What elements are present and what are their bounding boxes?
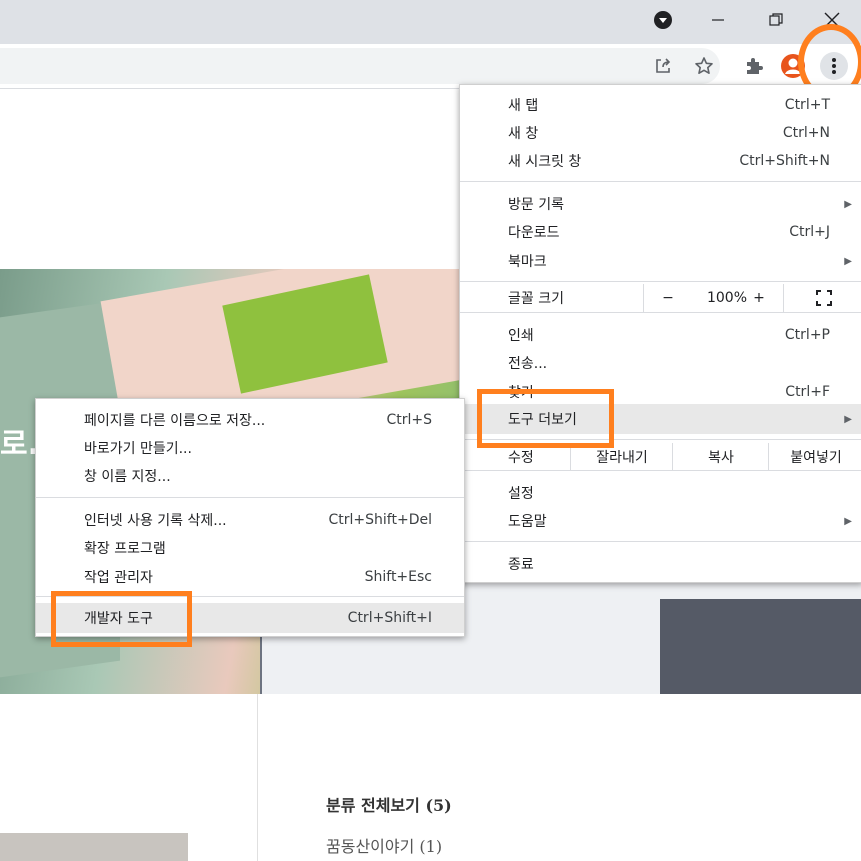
minimize-icon[interactable] <box>693 0 743 40</box>
browser-toolbar <box>0 44 861 89</box>
menu-item-exit[interactable]: 종료 <box>460 550 861 578</box>
extensions-icon[interactable] <box>740 52 768 80</box>
menu-item-shortcut: Shift+Esc <box>364 569 432 585</box>
menu-item-label: 확장 프로그램 <box>84 541 166 557</box>
chrome-main-menu: 새 탭 Ctrl+T 새 창 Ctrl+N 새 시크릿 창 Ctrl+Shift+N … <box>459 84 861 583</box>
menu-item-cast[interactable]: 전송... <box>460 349 861 377</box>
menu-item-shortcut: Ctrl+N <box>782 125 830 141</box>
zoom-in-button[interactable]: + <box>735 290 783 306</box>
menu-item-shortcut: Ctrl+J <box>789 224 830 240</box>
menu-item-label: 방문 기록 <box>508 197 564 213</box>
highlight-box <box>51 591 192 647</box>
chevron-right-icon: ▶ <box>844 413 852 425</box>
menu-item-label: 새 탭 <box>508 98 539 114</box>
chevron-right-icon: ▶ <box>844 255 852 267</box>
tab-search-icon[interactable] <box>638 0 688 40</box>
menu-item-label: 인터넷 사용 기록 삭제... <box>84 513 227 529</box>
menu-item-label: 인쇄 <box>508 328 534 344</box>
menu-separator <box>460 181 861 182</box>
share-icon[interactable] <box>649 52 677 80</box>
menu-item-label: 수정 <box>508 450 534 466</box>
thumbnail-image <box>0 833 188 861</box>
menu-separator <box>460 281 861 282</box>
menu-item-shortcut: Ctrl+Shift+I <box>347 610 432 626</box>
menu-item-label: 도움말 <box>508 514 547 530</box>
category-link[interactable]: 꿈동산이야기 (1) <box>326 833 442 857</box>
menu-item-shortcut: Ctrl+Shift+Del <box>328 512 432 528</box>
address-bar[interactable] <box>0 48 720 84</box>
chevron-right-icon: ▶ <box>844 198 852 210</box>
fullscreen-icon[interactable] <box>783 284 861 312</box>
submenu-item-task-manager[interactable]: 작업 관리자 Shift+Esc <box>36 563 464 591</box>
menu-item-downloads[interactable]: 다운로드 Ctrl+J <box>460 218 861 246</box>
menu-item-shortcut: Ctrl+T <box>784 97 830 113</box>
menu-separator <box>460 470 861 471</box>
restore-icon[interactable] <box>751 0 801 40</box>
menu-item-label: 페이지를 다른 이름으로 저장... <box>84 413 266 429</box>
highlight-box <box>477 389 614 448</box>
menu-item-label: 전송... <box>508 356 548 372</box>
menu-item-label: 창 이름 지정... <box>84 469 171 485</box>
menu-item-shortcut: Ctrl+Shift+N <box>739 153 830 169</box>
menu-item-history[interactable]: 방문 기록 ▶ <box>460 190 861 218</box>
menu-item-new-window[interactable]: 새 창 Ctrl+N <box>460 119 861 147</box>
column-divider <box>257 694 258 861</box>
menu-separator <box>460 541 861 542</box>
menu-item-print[interactable]: 인쇄 Ctrl+P <box>460 321 861 349</box>
menu-item-bookmarks[interactable]: 북마크 ▶ <box>460 247 861 275</box>
banner-shape <box>660 599 861 694</box>
menu-separator <box>460 312 861 313</box>
menu-item-label: 종료 <box>508 557 534 573</box>
submenu-item-save-as[interactable]: 페이지를 다른 이름으로 저장... Ctrl+S <box>36 406 464 434</box>
star-icon[interactable] <box>690 52 718 80</box>
chevron-right-icon: ▶ <box>844 515 852 527</box>
submenu-item-clear-data[interactable]: 인터넷 사용 기록 삭제... Ctrl+Shift+Del <box>36 506 464 534</box>
menu-item-label: 새 시크릿 창 <box>508 154 582 170</box>
submenu-item-create-shortcut[interactable]: 바로가기 만들기... <box>36 434 464 462</box>
menu-item-shortcut: Ctrl+P <box>784 327 830 343</box>
title-bar <box>0 0 861 44</box>
menu-item-label: 새 창 <box>508 126 539 142</box>
menu-item-label: 글꼴 크기 <box>508 291 564 307</box>
category-all-link[interactable]: 분류 전체보기 (5) <box>326 792 452 816</box>
menu-item-incognito[interactable]: 새 시크릿 창 Ctrl+Shift+N <box>460 147 861 175</box>
menu-item-help[interactable]: 도움말 ▶ <box>460 507 861 535</box>
copy-button[interactable]: 복사 <box>672 443 769 471</box>
menu-item-label: 설정 <box>508 486 534 502</box>
menu-item-settings[interactable]: 설정 <box>460 479 861 507</box>
paste-button[interactable]: 붙여넣기 <box>768 443 861 471</box>
menu-separator <box>36 497 464 498</box>
submenu-item-name-window[interactable]: 창 이름 지정... <box>36 462 464 490</box>
menu-item-new-tab[interactable]: 새 탭 Ctrl+T <box>460 91 861 119</box>
menu-item-label: 작업 관리자 <box>84 570 153 586</box>
menu-item-label: 다운로드 <box>508 225 560 241</box>
menu-item-shortcut: Ctrl+F <box>785 384 830 400</box>
menu-item-label: 북마크 <box>508 254 547 270</box>
zoom-out-button[interactable]: − <box>643 284 692 312</box>
menu-item-label: 바로가기 만들기... <box>84 441 192 457</box>
menu-item-zoom: 글꼴 크기 − 100% + <box>460 284 861 312</box>
submenu-item-extensions[interactable]: 확장 프로그램 <box>36 534 464 562</box>
menu-item-shortcut: Ctrl+S <box>386 412 432 428</box>
